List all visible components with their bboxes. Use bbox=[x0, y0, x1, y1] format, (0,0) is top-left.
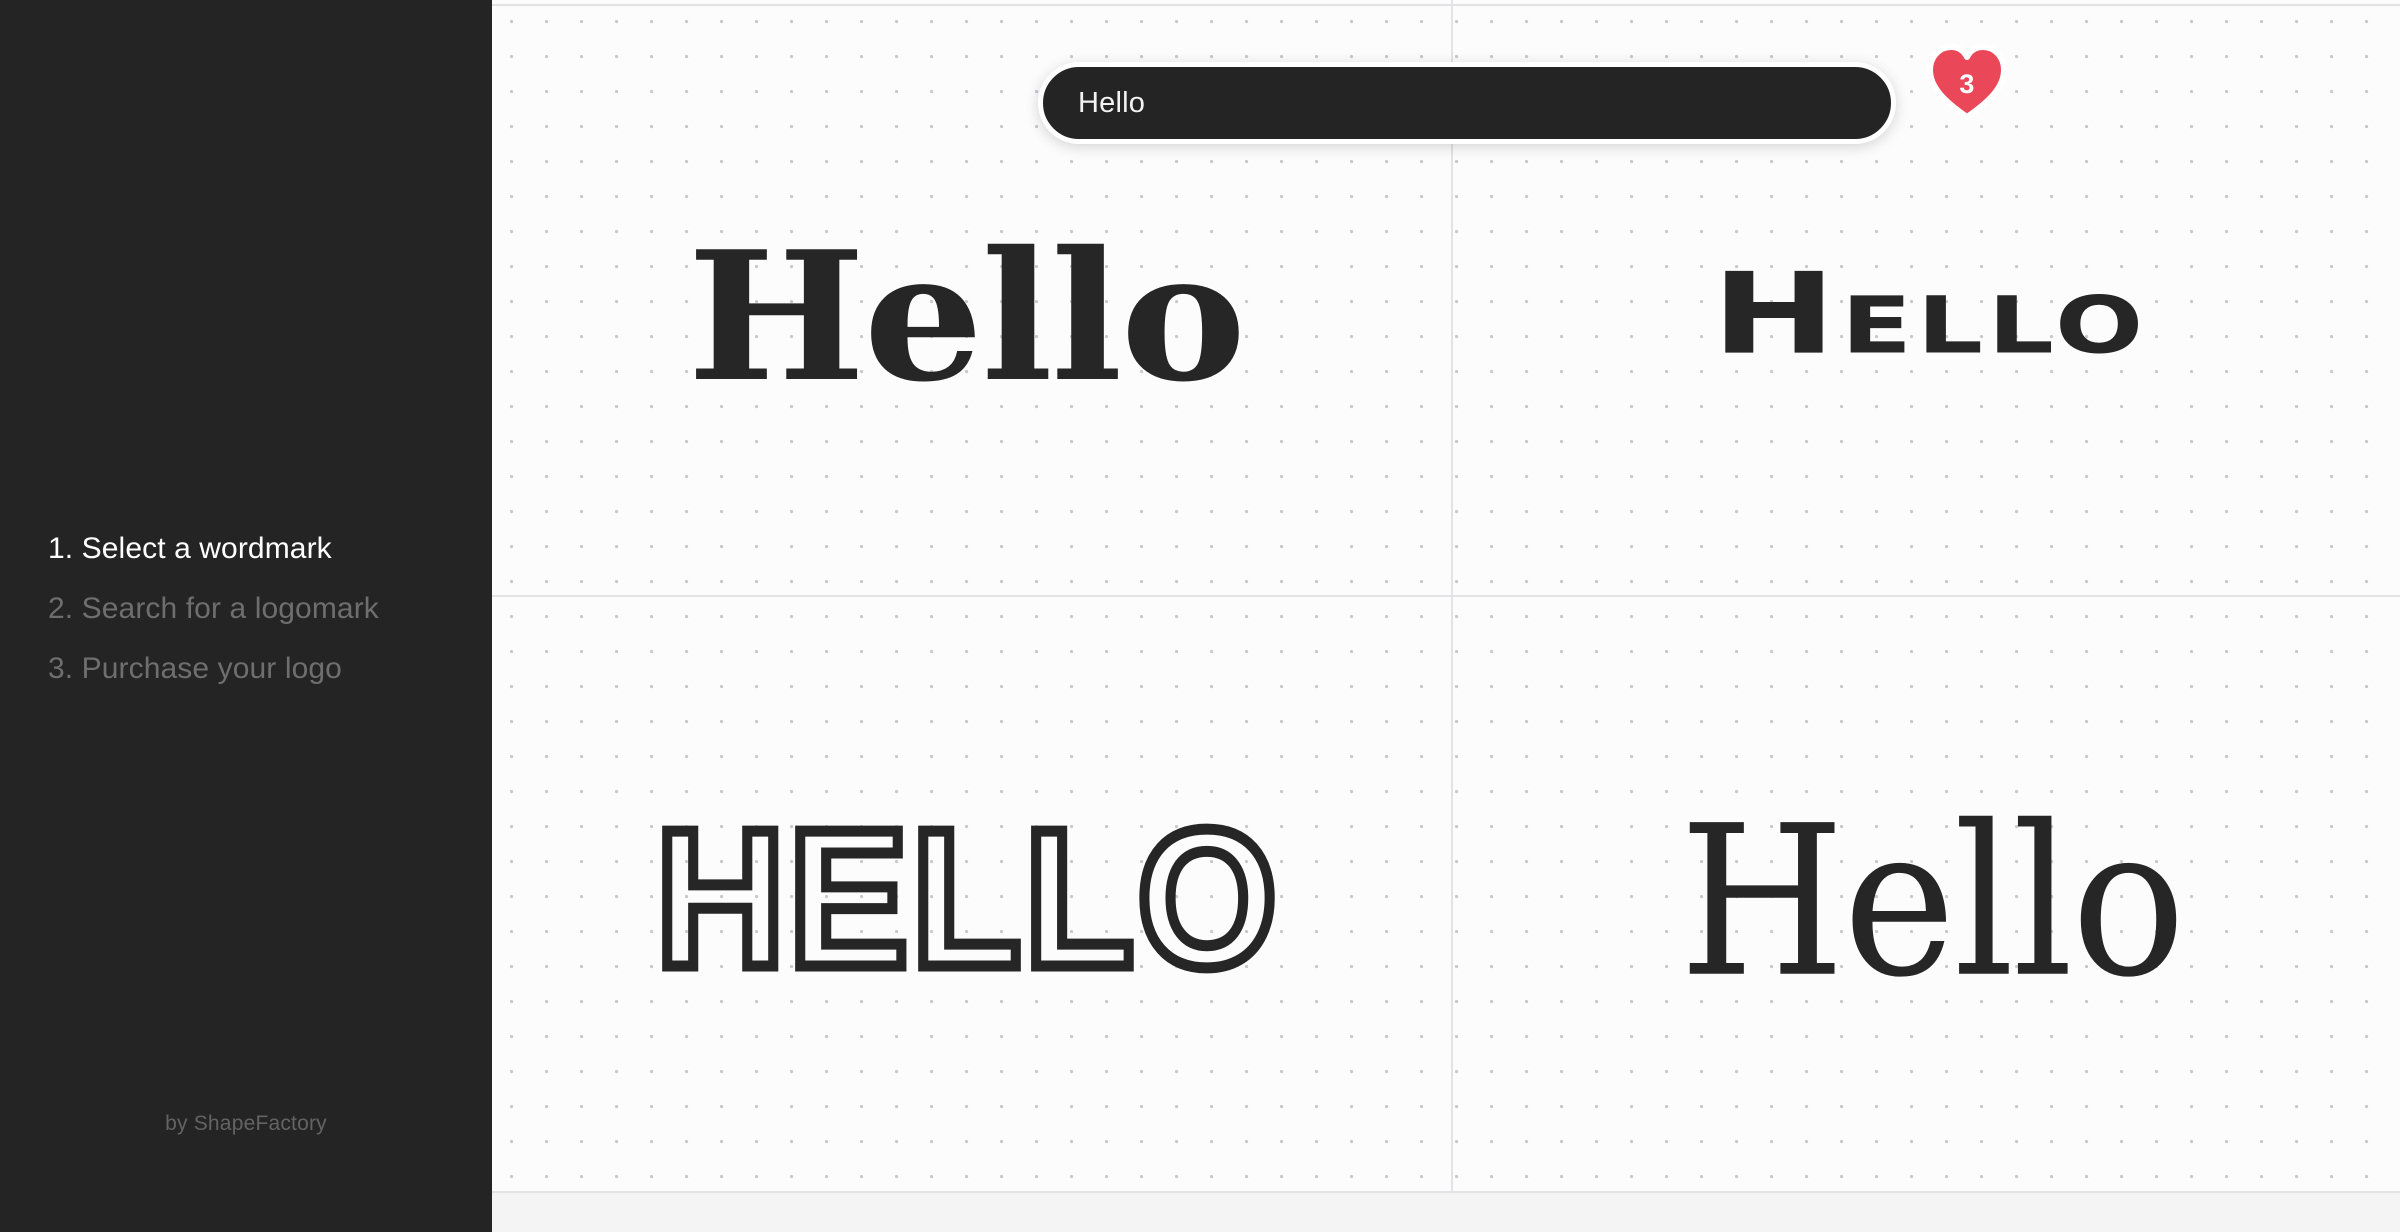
step-label: 3. Purchase your logo bbox=[48, 652, 342, 685]
canvas-bottom-strip bbox=[492, 1193, 2400, 1232]
brand-credit[interactable]: by ShapeFactory bbox=[0, 1112, 492, 1136]
step-label: 1. Select a wordmark bbox=[48, 532, 332, 565]
wordmark-grid: Hello Hello HELLO Hello bbox=[492, 6, 2400, 1191]
step-label: 2. Search for a logomark bbox=[48, 592, 379, 625]
wordmark-text: Hello bbox=[1679, 781, 2185, 1024]
wordmark-canvas: Hello Hello HELLO Hello 3 bbox=[492, 0, 2400, 1232]
sidebar-item-purchase-logo[interactable]: 3. Purchase your logo bbox=[48, 639, 492, 699]
wordmark-text: HELLO bbox=[650, 789, 1282, 1008]
wordmark-card-4[interactable]: Hello bbox=[1451, 595, 2400, 1191]
search-box[interactable] bbox=[1038, 62, 1896, 144]
wordmark-card-3[interactable]: HELLO bbox=[492, 595, 1451, 1191]
heart-icon bbox=[1927, 44, 2007, 120]
sidebar-item-select-wordmark[interactable]: 1. Select a wordmark bbox=[48, 519, 492, 579]
wordmark-text: Hello bbox=[687, 211, 1246, 421]
wordmark-text: Hello bbox=[1711, 248, 2148, 379]
sidebar-item-search-logomark[interactable]: 2. Search for a logomark bbox=[48, 579, 492, 639]
search-bar[interactable] bbox=[1038, 62, 1896, 144]
favorites-heart-button[interactable]: 3 bbox=[1926, 43, 2008, 121]
search-input[interactable] bbox=[1078, 86, 1826, 120]
sidebar: 1. Select a wordmark 2. Search for a log… bbox=[0, 0, 492, 1232]
app-root: 1. Select a wordmark 2. Search for a log… bbox=[0, 0, 2400, 1232]
steps-list: 1. Select a wordmark 2. Search for a log… bbox=[0, 519, 492, 699]
